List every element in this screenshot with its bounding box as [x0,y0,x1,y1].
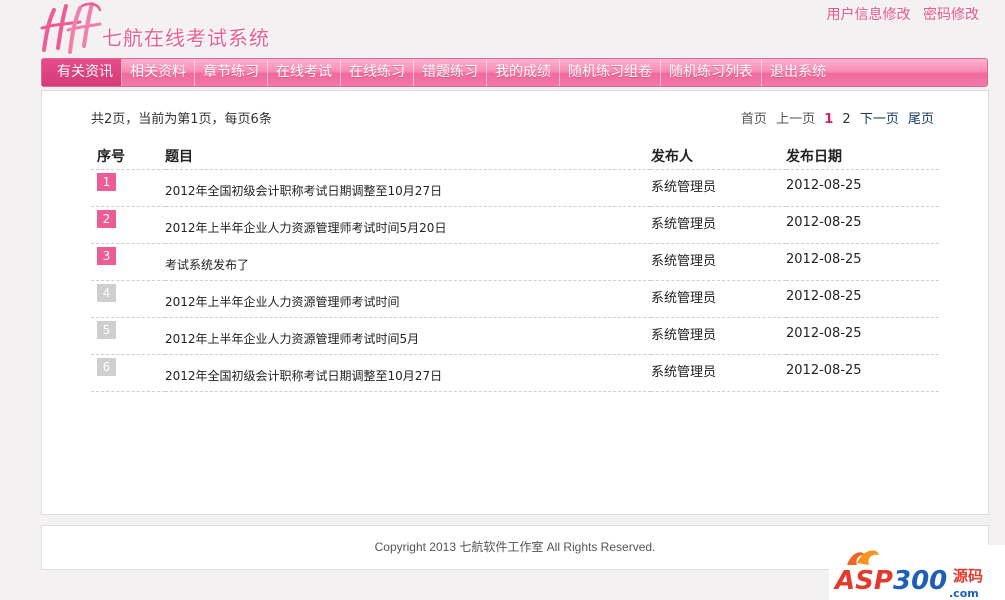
row-author: 系统管理员 [651,179,717,195]
content-panel: 共2页，当前为第1页，每页6条 首页 上一页 1 2 下一页 尾页 序号 题目 … [41,90,989,515]
row-index-badge: 6 [97,358,116,376]
row-date: 2012-08-25 [786,251,862,267]
row-author: 系统管理员 [651,364,717,380]
nav-item-online-exam[interactable]: 在线考试 [268,59,341,86]
row-date: 2012-08-25 [786,177,862,193]
table-row: 4 2012年上半年企业人力资源管理师考试时间 系统管理员 2012-08-25 [91,280,939,318]
nav-item-materials[interactable]: 相关资料 [122,59,195,86]
app-title: 七航在线考试系统 [102,26,270,50]
user-info-edit-link[interactable]: 用户信息修改 [827,7,911,23]
nav-item-logout[interactable]: 退出系统 [762,59,834,86]
copyright-text: Copyright 2013 七航软件工作室 All Rights Reserv… [374,540,656,554]
pager-next[interactable]: 下一页 [860,112,899,127]
pager-prev[interactable]: 上一页 [776,112,815,127]
pager-page-2[interactable]: 2 [842,112,850,127]
svg-text:.com: .com [949,587,979,600]
header: 七航在线考试系统 用户信息修改 密码修改 [0,0,1005,58]
top-links: 用户信息修改 密码修改 [819,4,979,24]
table-row: 1 2012年全国初级会计职称考试日期调整至10月27日 系统管理员 2012-… [91,169,939,207]
row-index-badge: 4 [97,284,116,302]
row-index-badge: 2 [97,210,116,228]
svg-text:300: 300 [893,566,947,596]
nav-item-chapter-practice[interactable]: 章节练习 [195,59,268,86]
row-author: 系统管理员 [651,253,717,269]
pagination: 首页 上一页 1 2 下一页 尾页 [736,108,934,127]
row-index-badge: 1 [97,173,116,191]
nav-item-wrong-questions[interactable]: 错题练习 [414,59,487,86]
row-date: 2012-08-25 [786,288,862,304]
row-title-link[interactable]: 2012年上半年企业人力资源管理师考试时间5月20日 [165,221,446,235]
row-date: 2012-08-25 [786,214,862,230]
row-date: 2012-08-25 [786,325,862,341]
svg-text:ASP: ASP [833,566,893,596]
row-index-badge: 5 [97,321,116,339]
table-row: 2 2012年上半年企业人力资源管理师考试时间5月20日 系统管理员 2012-… [91,206,939,244]
col-title-header: 题目 [165,143,651,170]
row-title-link[interactable]: 2012年上半年企业人力资源管理师考试时间5月 [165,332,419,346]
svg-text:源码: 源码 [953,567,983,585]
row-author: 系统管理员 [651,327,717,343]
table-row: 5 2012年上半年企业人力资源管理师考试时间5月 系统管理员 2012-08-… [91,317,939,355]
nav-item-random-paper[interactable]: 随机练习组卷 [560,59,661,86]
password-change-link[interactable]: 密码修改 [923,7,979,23]
page-info: 共2页，当前为第1页，每页6条 [91,112,272,127]
row-author: 系统管理员 [651,216,717,232]
logo[interactable]: 七航在线考试系统 [40,2,300,56]
col-date-header: 发布日期 [786,143,939,170]
asp300-watermark-logo: ASP 300 源码 .com [829,545,1005,600]
table-row: 6 2012年全国初级会计职称考试日期调整至10月27日 系统管理员 2012-… [91,354,939,392]
row-title-link[interactable]: 2012年全国初级会计职称考试日期调整至10月27日 [165,369,442,383]
table-row: 3 考试系统发布了 系统管理员 2012-08-25 [91,243,939,281]
row-author: 系统管理员 [651,290,717,306]
row-date: 2012-08-25 [786,362,862,378]
table-header-row: 序号 题目 发布人 发布日期 [91,143,939,170]
nav-item-online-practice[interactable]: 在线练习 [341,59,414,86]
col-index-header: 序号 [91,143,165,170]
nav-item-news[interactable]: 有关资讯 [42,59,122,86]
pager-last[interactable]: 尾页 [908,112,934,127]
main-nav: 有关资讯 相关资料 章节练习 在线考试 在线练习 错题练习 我的成绩 随机练习组… [41,58,988,87]
col-author-header: 发布人 [651,143,786,170]
row-title-link[interactable]: 2012年上半年企业人力资源管理师考试时间 [165,295,400,309]
nav-item-my-scores[interactable]: 我的成绩 [487,59,560,86]
row-index-badge: 3 [97,247,116,265]
pager-first[interactable]: 首页 [741,112,767,127]
nav-item-random-list[interactable]: 随机练习列表 [661,59,762,86]
news-table: 序号 题目 发布人 发布日期 1 2012年全国初级会计职称考试日期调整至10月… [91,143,939,392]
pager-page-1[interactable]: 1 [824,112,833,127]
logo-mark-icon [40,2,102,54]
row-title-link[interactable]: 2012年全国初级会计职称考试日期调整至10月27日 [165,184,442,198]
row-title-link[interactable]: 考试系统发布了 [165,258,249,272]
